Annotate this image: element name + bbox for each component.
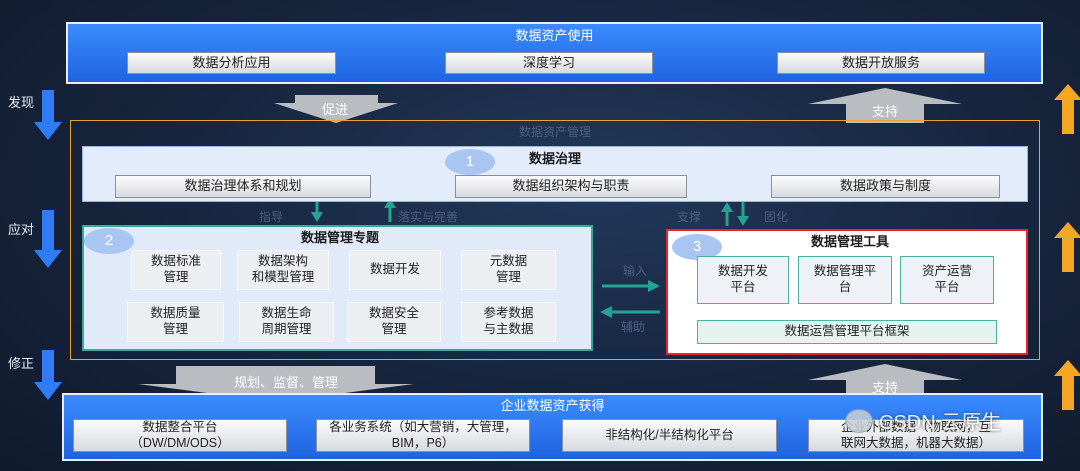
- watermark-text: CSDN 云原生: [879, 412, 1002, 434]
- wechat-icon: [845, 408, 873, 433]
- link-label-implement: 落实与完善: [398, 210, 459, 224]
- acquire-item-unstructured[interactable]: 非结构化/半结构化平台: [562, 419, 777, 452]
- topic-item-quality[interactable]: 数据质量 管理: [127, 302, 224, 342]
- watermark: CSDN 云原生: [845, 406, 1001, 435]
- topic-item-lifecycle[interactable]: 数据生命 周期管理: [239, 302, 334, 342]
- tools-framework[interactable]: 数据运营管理平台框架: [697, 320, 997, 344]
- governance-number-badge: 1: [445, 149, 495, 175]
- acquire-item-integration[interactable]: 数据整合平台 （DW/DM/ODS）: [73, 419, 287, 452]
- governance-item-organization[interactable]: 数据组织架构与职责: [455, 175, 687, 198]
- topic-item-metadata[interactable]: 元数据 管理: [461, 250, 556, 290]
- tool-item-asset-operation-platform[interactable]: 资产运营 平台: [900, 256, 994, 304]
- tool-item-management-platform[interactable]: 数据管理平 台: [798, 256, 892, 304]
- topic-item-standard[interactable]: 数据标准 管理: [131, 250, 221, 290]
- link-label-input: 输入: [623, 264, 648, 278]
- topics-title: 数据管理专题: [300, 229, 379, 245]
- topic-item-architecture[interactable]: 数据架构 和模型管理: [237, 250, 329, 290]
- link-label-solidify: 固化: [764, 210, 789, 224]
- tool-item-dev-platform[interactable]: 数据开发 平台: [697, 256, 789, 304]
- support-top-label: 支持: [872, 104, 899, 119]
- governance-title: 数据治理: [528, 150, 581, 166]
- left-arrow-down-icon: [34, 350, 62, 400]
- left-arrow-down-icon: [34, 210, 62, 268]
- governance-item-policy[interactable]: 数据政策与制度: [771, 175, 1000, 198]
- link-label-support: 支撑: [677, 210, 702, 224]
- management-title: 数据资产管理: [518, 124, 591, 139]
- promote-label: 促进: [322, 102, 349, 117]
- right-arrow-up-icon: [1054, 222, 1080, 272]
- acquire-item-business-systems[interactable]: 各业务系统（如大营销，大管理， BIM，P6）: [316, 419, 530, 452]
- link-label-assist: 辅助: [621, 320, 646, 334]
- right-arrow-up-icon: [1054, 360, 1080, 410]
- governance-item-system-planning[interactable]: 数据治理体系和规划: [115, 175, 371, 198]
- link-label-guide: 指导: [259, 210, 284, 224]
- left-arrow-down-icon: [34, 90, 62, 140]
- plan-label: 规划、监督、管理: [234, 375, 339, 390]
- tools-title: 数据管理工具: [810, 233, 889, 249]
- topic-item-development[interactable]: 数据开发: [349, 250, 441, 290]
- topic-item-security[interactable]: 数据安全 管理: [347, 302, 441, 342]
- right-arrow-up-icon: [1054, 84, 1080, 134]
- topic-item-reference-master[interactable]: 参考数据 与主数据: [461, 302, 556, 342]
- topics-number-badge: 2: [84, 228, 134, 254]
